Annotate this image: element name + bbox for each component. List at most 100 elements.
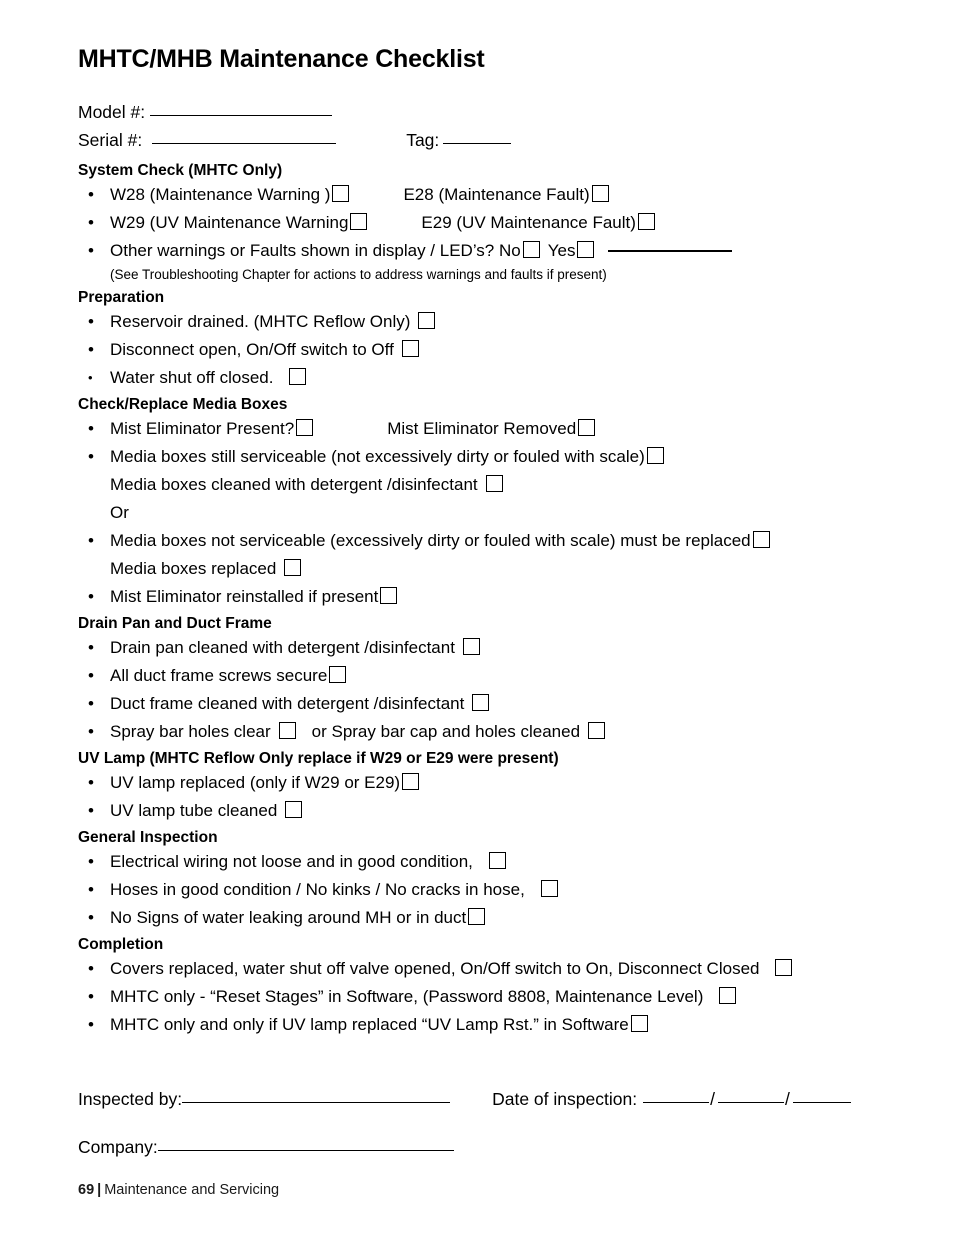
item-other-warnings: • Other warnings or Faults shown in displ…	[78, 237, 878, 265]
checkbox-uv-lamp-reset[interactable]	[630, 1014, 648, 1032]
item-uv-lamp-replaced: • UV lamp replaced (only if W29 or E29)	[78, 769, 878, 797]
item-water-leaks: • No Signs of water leaking around MH or …	[78, 904, 878, 932]
section-heading-preparation: Preparation	[78, 288, 165, 306]
item-hoses-condition: • Hoses in good condition / No kinks / No…	[78, 876, 878, 904]
signature-block: Inspected by: Date of inspection: / / Compa…	[78, 1085, 878, 1161]
checkbox-media-not-serviceable[interactable]	[752, 530, 770, 548]
checkbox-electrical-wiring[interactable]	[488, 851, 506, 869]
bullet-icon: •	[88, 418, 94, 438]
model-number-label: Model #:	[78, 101, 146, 122]
date-part-3-field[interactable]	[792, 1101, 851, 1103]
bullet-icon: •	[88, 986, 94, 1006]
checkbox-covers-replaced[interactable]	[775, 958, 793, 976]
item-uv-tube-cleaned: • UV lamp tube cleaned	[78, 797, 878, 825]
item-drain-pan-cleaned-label: Drain pan cleaned with detergent /disinf…	[110, 637, 455, 657]
section-heading-completion: Completion	[78, 935, 164, 953]
bullet-icon: •	[88, 907, 94, 927]
item-spray-bar: • Spray bar holes clear or Spray bar cap a…	[78, 718, 878, 746]
checkbox-duct-frame-cleaned[interactable]	[472, 693, 490, 711]
tag-field[interactable]	[443, 142, 512, 144]
checkbox-w29[interactable]	[350, 212, 368, 230]
item-drain-pan-cleaned: • Drain pan cleaned with detergent /disin…	[78, 634, 878, 662]
checkbox-media-serviceable[interactable]	[646, 446, 664, 464]
checklist-page: MHTC/MHB Maintenance Checklist Model #: …	[0, 0, 954, 1235]
page-content: MHTC/MHB Maintenance Checklist Model #: …	[78, 45, 878, 1161]
model-number-field[interactable]	[150, 114, 333, 116]
tag-group: Tag:	[406, 129, 512, 150]
checkbox-hoses-condition[interactable]	[540, 879, 558, 897]
checkbox-uv-tube-cleaned[interactable]	[285, 800, 303, 818]
checkbox-drain-pan-cleaned[interactable]	[462, 637, 480, 655]
checkbox-reservoir-drained[interactable]	[418, 311, 436, 329]
other-warnings-field[interactable]	[608, 249, 733, 252]
company-field[interactable]	[157, 1149, 454, 1151]
checkbox-duct-screws-secure[interactable]	[329, 665, 347, 683]
item-media-serviceable: • Media boxes still serviceable (not exce…	[78, 443, 878, 471]
checkbox-w28[interactable]	[332, 184, 350, 202]
bullet-icon: •	[88, 665, 94, 685]
checkbox-e29[interactable]	[637, 212, 655, 230]
page-footer: 69 | Maintenance and Servicing	[78, 1180, 279, 1200]
checkbox-water-shut-off[interactable]	[289, 367, 307, 385]
item-mist-reinstalled-label: Mist Eliminator reinstalled if present	[110, 586, 379, 606]
item-covers-replaced-label: Covers replaced, water shut off valve op…	[110, 958, 760, 978]
item-disconnect-open: • Disconnect open, On/Off switch to Off	[78, 336, 878, 364]
bullet-icon: •	[88, 339, 94, 359]
serial-number-row: Serial #: Tag:	[78, 126, 878, 154]
tag-label: Tag:	[406, 129, 440, 150]
checkbox-reset-stages[interactable]	[719, 986, 737, 1004]
section-heading-media-boxes: Check/Replace Media Boxes	[78, 395, 288, 413]
section-heading-system-check: System Check (MHTC Only)	[78, 161, 283, 179]
checkbox-media-replaced[interactable]	[284, 558, 302, 576]
checkbox-spray-holes-clear[interactable]	[278, 721, 296, 739]
item-electrical-wiring-label: Electrical wiring not loose and in good …	[110, 851, 473, 871]
item-w29: • W29 (UV Maintenance Warning E29 (UV Main…	[78, 209, 878, 237]
date-part-2-field[interactable]	[717, 1101, 784, 1103]
inspected-by-field[interactable]	[182, 1101, 451, 1103]
bullet-icon: •	[88, 369, 93, 385]
date-of-inspection-label: Date of inspection:	[492, 1088, 638, 1109]
checkbox-disconnect-open[interactable]	[401, 339, 419, 357]
checkbox-media-cleaned[interactable]	[485, 474, 503, 492]
company-row: Company:	[78, 1133, 878, 1161]
checkbox-other-no[interactable]	[522, 240, 540, 258]
inspected-by-row: Inspected by: Date of inspection: / /	[78, 1085, 878, 1113]
item-disconnect-open-label: Disconnect open, On/Off switch to Off	[110, 339, 394, 359]
item-water-shut-off-label: Water shut off closed.	[110, 367, 274, 387]
bullet-icon: •	[88, 637, 94, 657]
checkbox-spray-cap-cleaned[interactable]	[588, 721, 606, 739]
serial-number-label: Serial #:	[78, 129, 143, 150]
item-media-serviceable-label: Media boxes still serviceable (not exces…	[110, 446, 645, 466]
model-number-row: Model #:	[78, 98, 878, 126]
item-media-not-serviceable-label: Media boxes not serviceable (excessively…	[110, 530, 751, 550]
checkbox-uv-lamp-replaced[interactable]	[402, 772, 420, 790]
item-uv-lamp-reset: • MHTC only and only if UV lamp replaced …	[78, 1011, 878, 1039]
serial-number-field[interactable]	[152, 142, 337, 144]
item-other-warnings-label: Other warnings or Faults shown in displa…	[110, 240, 521, 260]
checkbox-e28[interactable]	[591, 184, 609, 202]
bullet-icon: •	[88, 772, 94, 792]
item-other-yes-label: Yes	[547, 240, 576, 260]
bullet-icon: •	[88, 184, 94, 204]
footer-chapter-title: Maintenance and Servicing	[104, 1182, 280, 1198]
date-part-1-field[interactable]	[643, 1101, 710, 1103]
inspected-by-label: Inspected by:	[78, 1088, 183, 1109]
item-electrical-wiring: • Electrical wiring not loose and in good…	[78, 848, 878, 876]
item-hoses-condition-label: Hoses in good condition / No kinks / No …	[110, 879, 525, 899]
date-of-inspection-group: Date of inspection: / /	[492, 1089, 851, 1109]
checkbox-other-yes[interactable]	[577, 240, 595, 258]
item-media-cleaned: Media boxes cleaned with detergent /disi…	[78, 471, 878, 499]
checkbox-mist-reinstalled[interactable]	[380, 586, 398, 604]
item-spray-clear-label: Spray bar holes clear	[110, 721, 271, 741]
bullet-icon: •	[88, 851, 94, 871]
section-heading-uv-lamp: UV Lamp (MHTC Reflow Only replace if W29…	[78, 749, 559, 767]
date-slash-1: /	[710, 1088, 715, 1109]
bullet-icon: •	[88, 1014, 94, 1034]
checkbox-mist-present[interactable]	[296, 418, 314, 436]
bullet-icon: •	[88, 530, 94, 550]
item-duct-screws-secure-label: All duct frame screws secure	[110, 665, 328, 685]
item-water-leaks-label: No Signs of water leaking around MH or i…	[110, 907, 467, 927]
checkbox-water-leaks[interactable]	[468, 907, 486, 925]
checkbox-mist-removed[interactable]	[578, 418, 596, 436]
item-w28: • W28 (Maintenance Warning ) E28 (Maintena…	[78, 181, 878, 209]
